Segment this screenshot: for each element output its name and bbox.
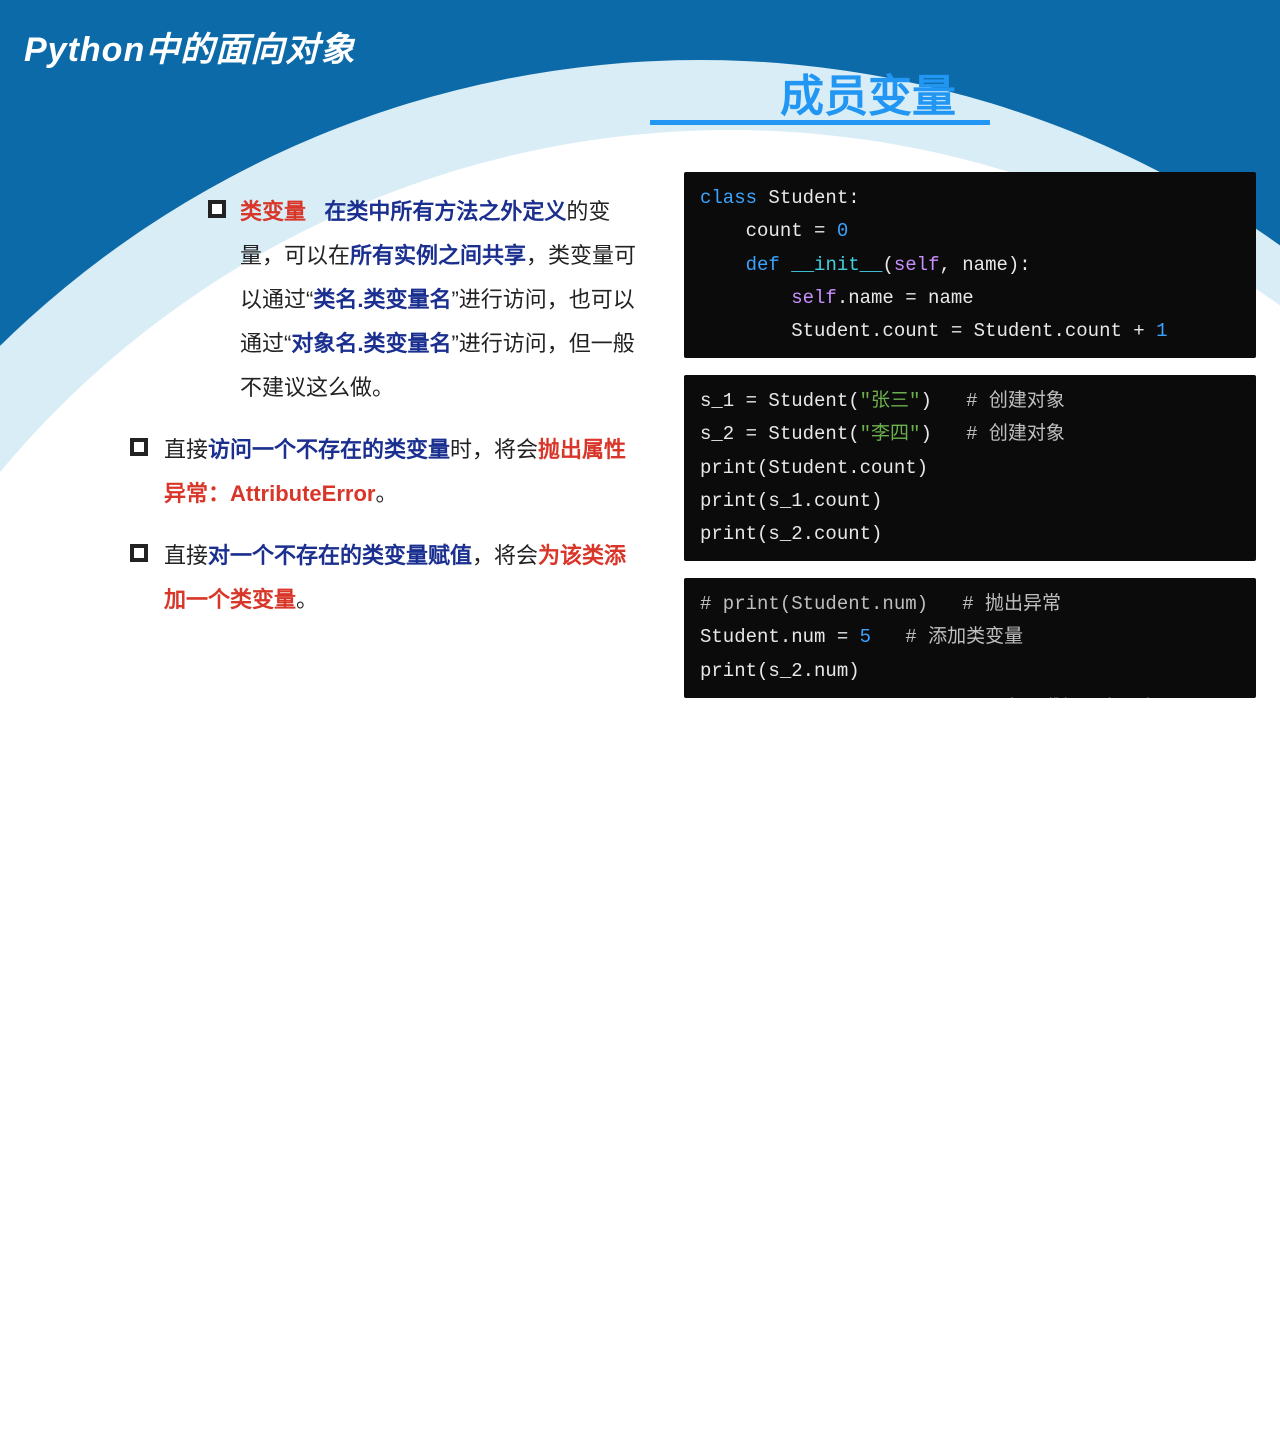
watermark: https://blog.csdn.net/Dream_Gao1989 bbox=[1011, 695, 1265, 712]
bullet-3-t1: 直接 bbox=[164, 543, 208, 568]
bullet-3-t3: 。 bbox=[296, 587, 318, 612]
bullet-1-bold1: 在类中所有方法之外定义 bbox=[324, 199, 566, 224]
bullet-2-bold1: 访问一个不存在的类变量 bbox=[208, 437, 450, 462]
bullet-2-t2: 时，将会 bbox=[450, 437, 538, 462]
bullet-1-lead: 类变量 bbox=[240, 199, 306, 224]
bullet-1-bold2: 所有实例之间共享 bbox=[350, 243, 526, 268]
bullet-1-bold3: 类名.类变量名 bbox=[313, 287, 451, 312]
code-block-2: s_1 = Student("张三") # 创建对象 s_2 = Student… bbox=[684, 375, 1256, 561]
code-block-3: # print(Student.num) # 抛出异常 Student.num … bbox=[684, 578, 1256, 698]
bullet-3-t2: ，将会 bbox=[472, 543, 538, 568]
bullet-1: 类变量 在类中所有方法之外定义的变量，可以在所有实例之间共享，类变量可以通过“类… bbox=[130, 190, 640, 410]
section-underline bbox=[650, 120, 990, 125]
section-title: 成员变量 bbox=[780, 60, 956, 124]
slide-title: Python中的面向对象 bbox=[24, 22, 355, 71]
bullet-2-t3: 。 bbox=[375, 481, 397, 506]
bullet-3: 直接对一个不存在的类变量赋值，将会为该类添加一个类变量。 bbox=[130, 534, 640, 622]
content-body: 类变量 在类中所有方法之外定义的变量，可以在所有实例之间共享，类变量可以通过“类… bbox=[130, 190, 640, 640]
bullet-1-bold4: 对象名.类变量名 bbox=[291, 331, 451, 356]
bullet-3-bold1: 对一个不存在的类变量赋值 bbox=[208, 543, 472, 568]
bullet-2-t1: 直接 bbox=[164, 437, 208, 462]
bullet-2: 直接访问一个不存在的类变量时，将会抛出属性异常：AttributeError。 bbox=[130, 428, 640, 516]
code-block-1: class Student: count = 0 def __init__(se… bbox=[684, 172, 1256, 358]
